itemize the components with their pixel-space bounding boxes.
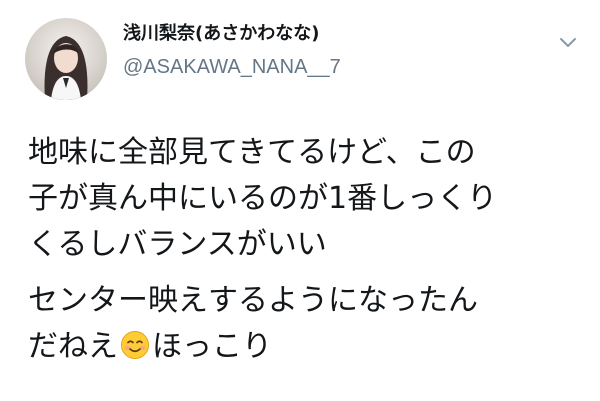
tweet-text-line: センター映えするようになったん: [28, 283, 478, 318]
tweet-card: 浅川梨奈(あさかわなな) @ASAKAWA_NANA__7 地味に全部見てきてる…: [0, 0, 600, 401]
avatar[interactable]: [25, 18, 107, 100]
tweet-text-segment: ほっこり: [152, 329, 272, 364]
tweet-paragraph-1: 地味に全部見てきてるけど、この 子が真ん中にいるのが1番しっくり くるしバランス…: [28, 130, 588, 268]
tweet-text-line: くるしバランスがいい: [28, 227, 327, 262]
tweet-paragraph-2: センター映えするようになったん だねえ ほっこり: [28, 278, 588, 374]
tweet-text-line: 地味に全部見てきてるけど、この: [28, 135, 476, 170]
chevron-down-icon[interactable]: [556, 30, 580, 54]
smiling-face-icon: [120, 328, 150, 374]
tweet-text: 地味に全部見てきてるけど、この 子が真ん中にいるのが1番しっくり くるしバランス…: [28, 130, 588, 374]
tweet-text-line: 子が真ん中にいるのが1番しっくり: [28, 181, 498, 216]
tweet-author: 浅川梨奈(あさかわなな) @ASAKAWA_NANA__7: [123, 22, 341, 80]
author-display-name[interactable]: 浅川梨奈(あさかわなな): [123, 22, 341, 46]
author-handle[interactable]: @ASAKAWA_NANA__7: [123, 54, 341, 80]
tweet-text-line: だねえ ほっこり: [28, 324, 588, 374]
profile-photo-icon: [44, 36, 88, 100]
tweet-text-segment: だねえ: [28, 329, 118, 364]
